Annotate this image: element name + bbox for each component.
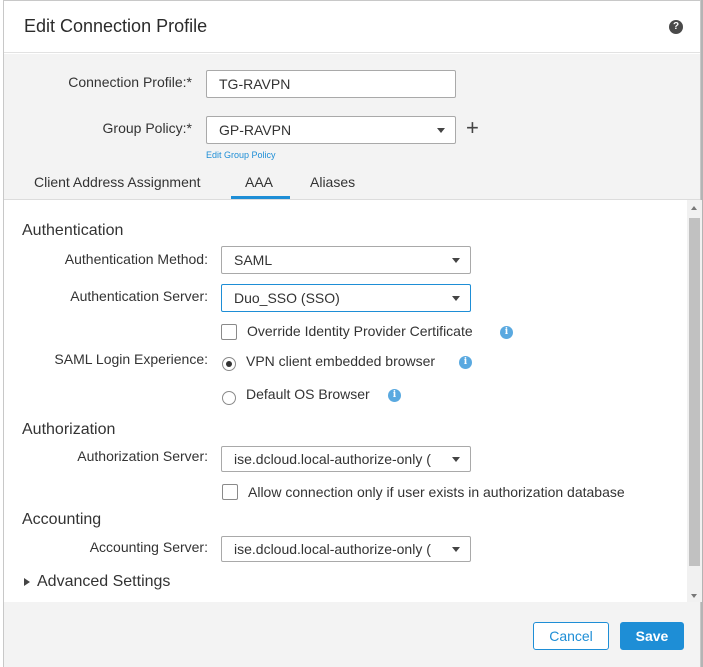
default-os-browser-radio[interactable] — [222, 391, 236, 405]
tab-aliases[interactable]: Aliases — [310, 174, 355, 190]
profile-settings-area: Connection Profile:* TG-RAVPN Group Poli… — [4, 54, 700, 201]
embedded-browser-label: VPN client embedded browser — [246, 353, 436, 369]
accounting-server-select[interactable]: ise.dcloud.local-authorize-only ( — [221, 536, 471, 562]
saml-login-experience-label: SAML Login Experience: — [54, 351, 208, 367]
authorization-server-value: ise.dcloud.local-authorize-only ( — [234, 451, 431, 467]
group-policy-select[interactable]: GP-RAVPN — [206, 116, 456, 144]
embedded-browser-radio[interactable] — [222, 357, 236, 371]
edit-connection-profile-dialog: Edit Connection Profile ? Connection Pro… — [3, 0, 702, 667]
connection-profile-input[interactable]: TG-RAVPN — [206, 70, 456, 98]
authentication-method-value: SAML — [234, 252, 273, 268]
chevron-down-icon — [452, 457, 460, 462]
chevron-down-icon — [452, 547, 460, 552]
scrollbar-thumb[interactable] — [689, 218, 700, 566]
chevron-down-icon — [437, 128, 445, 133]
scroll-up-arrow-icon[interactable] — [691, 206, 697, 210]
info-icon[interactable]: i — [500, 326, 513, 339]
authentication-method-label: Authentication Method: — [64, 251, 208, 267]
authorization-heading: Authorization — [22, 421, 116, 438]
info-icon[interactable]: i — [388, 389, 401, 402]
authorization-server-select[interactable]: ise.dcloud.local-authorize-only ( — [221, 446, 471, 472]
authentication-server-label: Authentication Server: — [70, 288, 208, 304]
dialog-header: Edit Connection Profile ? — [4, 1, 700, 53]
dialog-title: Edit Connection Profile — [24, 16, 208, 36]
edit-group-policy-link[interactable]: Edit Group Policy — [206, 150, 276, 160]
override-idp-certificate-label: Override Identity Provider Certificate — [247, 323, 473, 339]
dialog-footer: Cancel Save — [4, 602, 700, 667]
authorization-server-label: Authorization Server: — [77, 448, 208, 464]
tab-client-address-assignment[interactable]: Client Address Assignment — [34, 174, 201, 190]
accounting-heading: Accounting — [22, 511, 102, 528]
authentication-server-select[interactable]: Duo_SSO (SSO) — [221, 284, 471, 312]
tab-aaa[interactable]: AAA — [245, 174, 273, 190]
allow-only-if-user-exists-checkbox[interactable] — [222, 484, 238, 500]
authentication-heading: Authentication — [22, 222, 124, 239]
accounting-server-label: Accounting Server: — [89, 539, 208, 555]
connection-profile-label: Connection Profile:* — [68, 74, 192, 90]
info-icon[interactable]: i — [459, 356, 472, 369]
allow-only-if-user-exists-label: Allow connection only if user exists in … — [248, 484, 625, 500]
content-scrollbar[interactable] — [687, 200, 702, 602]
chevron-down-icon — [452, 296, 460, 301]
aaa-tab-content: Authentication Authentication Method: SA… — [4, 200, 687, 602]
group-policy-value: GP-RAVPN — [219, 122, 292, 138]
override-idp-certificate-checkbox[interactable] — [221, 324, 237, 340]
advanced-settings-toggle[interactable]: Advanced Settings — [37, 573, 170, 591]
help-icon[interactable]: ? — [669, 20, 683, 34]
authentication-method-select[interactable]: SAML — [221, 246, 471, 274]
save-button[interactable]: Save — [620, 622, 684, 650]
group-policy-label: Group Policy:* — [102, 120, 192, 136]
scroll-down-arrow-icon[interactable] — [691, 594, 697, 598]
accounting-server-value: ise.dcloud.local-authorize-only ( — [234, 541, 431, 557]
cancel-button[interactable]: Cancel — [533, 622, 609, 650]
triangle-right-icon[interactable] — [24, 578, 30, 586]
authentication-server-value: Duo_SSO (SSO) — [234, 290, 340, 306]
chevron-down-icon — [452, 258, 460, 263]
add-group-policy-icon[interactable]: + — [466, 117, 479, 139]
default-os-browser-label: Default OS Browser — [246, 386, 370, 402]
